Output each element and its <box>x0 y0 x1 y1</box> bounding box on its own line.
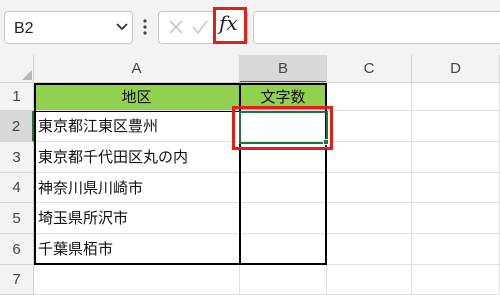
cell-b7[interactable] <box>240 265 327 295</box>
cell-a2[interactable]: 東京都江東区豊州 <box>34 111 240 142</box>
cell-d1[interactable] <box>412 83 500 111</box>
enter-check-icon[interactable] <box>191 18 209 36</box>
cell-d4[interactable] <box>412 173 500 203</box>
cell-c1[interactable] <box>327 83 412 111</box>
name-box-value: B2 <box>14 20 34 37</box>
chevron-down-icon[interactable] <box>115 19 129 33</box>
cell-a6[interactable]: 千葉県栢市 <box>34 234 240 265</box>
row-header-4[interactable]: 4 <box>0 173 34 203</box>
cell-a5[interactable]: 埼玉県所沢市 <box>34 203 240 234</box>
cell-b4[interactable] <box>240 173 327 203</box>
cell-b6[interactable] <box>240 234 327 265</box>
row-header-5[interactable]: 5 <box>0 203 34 234</box>
row-header-7[interactable]: 7 <box>0 265 34 295</box>
cell-d2[interactable] <box>412 111 500 142</box>
cell-a7[interactable] <box>34 265 240 295</box>
highlight-box-cell <box>232 106 333 150</box>
cell-a1[interactable]: 地区 <box>34 83 240 111</box>
row-header-2[interactable]: 2 <box>0 111 34 142</box>
cancel-icon[interactable] <box>167 18 185 36</box>
column-header-d[interactable]: D <box>412 55 500 83</box>
row-header-3[interactable]: 3 <box>0 142 34 173</box>
cell-c3[interactable] <box>327 142 412 173</box>
cell-d3[interactable] <box>412 142 500 173</box>
cell-c2[interactable] <box>327 111 412 142</box>
select-all-triangle <box>22 70 32 80</box>
fx-icon: fx <box>219 11 238 35</box>
cell-d5[interactable] <box>412 203 500 234</box>
row-header-1[interactable]: 1 <box>0 83 34 111</box>
cell-c6[interactable] <box>327 234 412 265</box>
cell-c5[interactable] <box>327 203 412 234</box>
column-header-b[interactable]: B <box>240 55 327 83</box>
cell-a4[interactable]: 神奈川県川崎市 <box>34 173 240 203</box>
cell-c4[interactable] <box>327 173 412 203</box>
cell-a3[interactable]: 東京都千代田区丸の内 <box>34 142 240 173</box>
cell-d6[interactable] <box>412 234 500 265</box>
column-header-c[interactable]: C <box>327 55 412 83</box>
column-header-a[interactable]: A <box>34 55 240 83</box>
more-vertical-icon[interactable] <box>141 17 149 37</box>
formula-input[interactable] <box>253 11 500 44</box>
cell-d7[interactable] <box>412 265 500 295</box>
cell-c7[interactable] <box>327 265 412 295</box>
cell-b5[interactable] <box>240 203 327 234</box>
row-header-6[interactable]: 6 <box>0 234 34 265</box>
